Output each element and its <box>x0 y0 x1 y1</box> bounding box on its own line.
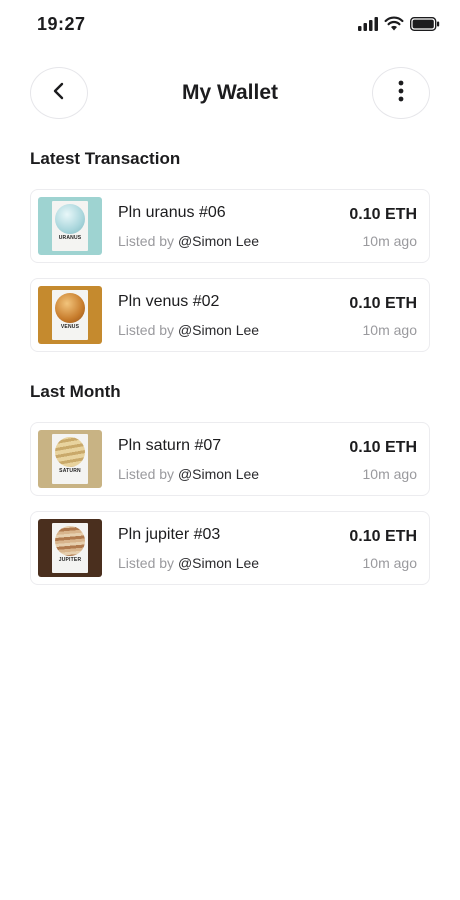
transaction-card[interactable]: SATURN Pln saturn #07 Listed by @Simon L… <box>30 422 430 496</box>
item-name: Pln uranus #06 <box>118 204 226 221</box>
item-name: Pln saturn #07 <box>118 437 222 454</box>
battery-icon <box>410 16 440 31</box>
transaction-card[interactable]: VENUS Pln venus #02 Listed by @Simon Lee… <box>30 278 430 352</box>
seller-link[interactable]: @Simon Lee <box>178 233 259 249</box>
item-listed-by: Listed by @Simon Lee <box>118 466 260 482</box>
section-title-last-month: Last Month <box>30 382 121 401</box>
item-price: 0.10 ETH <box>349 295 417 312</box>
item-price: 0.10 ETH <box>349 439 417 456</box>
nft-thumbnail: SATURN <box>38 430 102 488</box>
header: My Wallet <box>0 67 460 121</box>
planet-jupiter-icon <box>55 526 85 556</box>
item-listed-by: Listed by @Simon Lee <box>118 555 260 571</box>
planet-venus-icon <box>55 293 85 323</box>
transaction-card[interactable]: JUPITER Pln jupiter #03 Listed by @Simon… <box>30 511 430 585</box>
transaction-card[interactable]: URANUS Pln uranus #06 Listed by @Simon L… <box>30 189 430 263</box>
planet-uranus-icon <box>55 204 85 234</box>
nft-thumbnail: VENUS <box>38 286 102 344</box>
status-icons <box>358 16 440 31</box>
wifi-icon <box>384 16 404 31</box>
item-time: 10m ago <box>362 322 417 338</box>
nft-thumbnail: JUPITER <box>38 519 102 577</box>
item-price: 0.10 ETH <box>349 528 417 545</box>
status-time: 19:27 <box>37 14 86 34</box>
section-title-latest: Latest Transaction <box>30 149 181 168</box>
seller-link[interactable]: @Simon Lee <box>178 555 259 571</box>
more-vertical-icon <box>398 80 404 107</box>
item-time: 10m ago <box>362 233 417 249</box>
item-listed-by: Listed by @Simon Lee <box>118 233 260 249</box>
item-time: 10m ago <box>362 466 417 482</box>
seller-link[interactable]: @Simon Lee <box>178 466 259 482</box>
item-name: Pln jupiter #03 <box>118 526 221 543</box>
item-price: 0.10 ETH <box>349 206 417 223</box>
planet-saturn-icon <box>55 437 85 467</box>
nft-thumbnail: URANUS <box>38 197 102 255</box>
more-options-button[interactable] <box>372 67 430 119</box>
item-time: 10m ago <box>362 555 417 571</box>
status-bar: 19:27 <box>0 0 460 50</box>
item-listed-by: Listed by @Simon Lee <box>118 322 260 338</box>
item-name: Pln venus #02 <box>118 293 220 310</box>
seller-link[interactable]: @Simon Lee <box>178 322 259 338</box>
signal-icon <box>358 16 378 31</box>
